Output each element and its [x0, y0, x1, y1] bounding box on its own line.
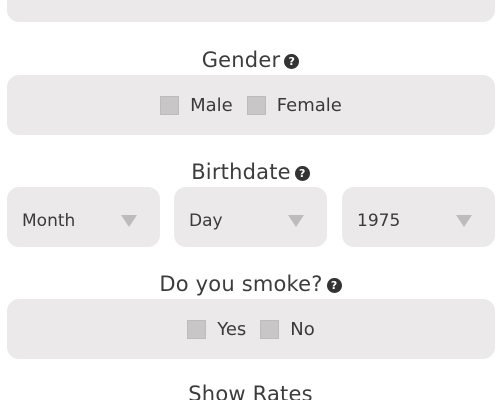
- no-checkbox[interactable]: [260, 319, 280, 339]
- smoke-title: Do you smoke?: [159, 272, 323, 296]
- chevron-down-icon: [456, 215, 472, 227]
- question-circle-icon[interactable]: ?: [284, 54, 300, 69]
- birth-month-select[interactable]: Month: [7, 187, 160, 247]
- gender-section-title: Gender?: [0, 46, 501, 74]
- form-page: Gender? Male Female Birthdate? Month Day…: [0, 0, 501, 400]
- gender-option-male[interactable]: Male: [160, 95, 233, 116]
- birth-year-value: 1975: [357, 211, 401, 231]
- birth-year-select[interactable]: 1975: [342, 187, 495, 247]
- gender-title: Gender: [201, 48, 281, 72]
- previous-field-panel[interactable]: [7, 0, 495, 22]
- female-label[interactable]: Female: [277, 95, 342, 116]
- show-rates-label[interactable]: Show Rates: [188, 382, 312, 400]
- show-rates-button[interactable]: Show Rates: [0, 380, 501, 400]
- question-circle-icon[interactable]: ?: [294, 166, 310, 181]
- smoke-section-title: Do you smoke??: [0, 270, 501, 298]
- birthdate-title: Birthdate: [191, 160, 291, 184]
- yes-label[interactable]: Yes: [217, 319, 246, 340]
- male-label[interactable]: Male: [190, 95, 233, 116]
- smoke-option-no[interactable]: No: [260, 319, 315, 340]
- yes-checkbox[interactable]: [187, 319, 207, 339]
- gender-option-female[interactable]: Female: [246, 95, 342, 116]
- no-label[interactable]: No: [290, 319, 314, 340]
- male-checkbox[interactable]: [160, 95, 180, 115]
- gender-options: Male Female: [7, 75, 495, 135]
- birth-day-value: Day: [189, 211, 223, 231]
- question-circle-icon[interactable]: ?: [326, 278, 342, 293]
- female-checkbox[interactable]: [246, 95, 266, 115]
- smoke-option-yes[interactable]: Yes: [187, 319, 246, 340]
- chevron-down-icon: [121, 215, 137, 227]
- smoke-options: Yes No: [7, 299, 495, 359]
- birth-month-value: Month: [22, 211, 76, 231]
- birthdate-section-title: Birthdate?: [0, 158, 501, 186]
- chevron-down-icon: [288, 215, 304, 227]
- birth-day-select[interactable]: Day: [174, 187, 327, 247]
